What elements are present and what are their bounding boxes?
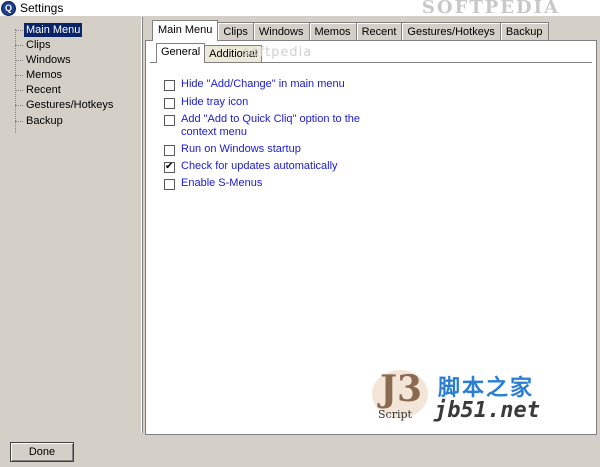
checkbox-checked[interactable]: [164, 160, 175, 174]
tab-gestures-hotkeys[interactable]: Gestures/Hotkeys: [401, 22, 501, 41]
option-label: Hide "Add/Change" in main menu: [181, 78, 345, 90]
option-check-updates[interactable]: Check for updates automatically: [164, 160, 371, 174]
settings-tree: Main Menu Clips Windows Memos Recent Ges…: [0, 17, 143, 433]
app-icon: Q: [1, 0, 16, 16]
main-tab-strip: Main Menu Clips Windows Memos Recent Ges…: [152, 20, 549, 41]
tree-item-recent[interactable]: Recent: [15, 83, 63, 97]
option-label: Check for updates automatically: [181, 160, 338, 172]
checkbox[interactable]: [164, 98, 175, 109]
tree-item-windows[interactable]: Windows: [15, 53, 73, 67]
tab-clips[interactable]: Clips: [217, 22, 254, 41]
done-button[interactable]: Done: [10, 442, 74, 462]
tree-item-clips[interactable]: Clips: [14, 38, 52, 52]
option-label: Enable S-Menus: [181, 177, 263, 189]
option-label: Run on Windows startup: [181, 143, 301, 155]
jb51-logo-watermark: J3 Script 脚本之家 jb51.net: [372, 368, 592, 428]
tab-backup[interactable]: Backup: [499, 22, 549, 41]
option-hide-add-change[interactable]: Hide "Add/Change" in main menu: [164, 78, 371, 91]
tree-item-gestures-hotkeys[interactable]: Gestures/Hotkeys: [14, 98, 115, 112]
checkbox[interactable]: [164, 80, 175, 91]
tree-item-main-menu[interactable]: Main Menu: [14, 23, 83, 37]
logo-script-text: Script: [378, 408, 412, 421]
option-hide-tray-icon[interactable]: Hide tray icon: [164, 96, 371, 109]
checkbox[interactable]: [164, 179, 175, 190]
tree-item-memos[interactable]: Memos: [14, 68, 64, 82]
option-run-on-startup[interactable]: Run on Windows startup: [164, 143, 371, 156]
window-title: Settings: [20, 1, 64, 15]
checkbox[interactable]: [164, 145, 175, 156]
option-label: Add "Add to Quick Cliq" option to the co…: [181, 113, 361, 138]
option-add-to-context-menu[interactable]: Add "Add to Quick Cliq" option to the co…: [164, 113, 371, 139]
title-bar: Q Settings SOFTPEDIA: [0, 0, 600, 18]
tree-item-backup[interactable]: Backup: [15, 114, 65, 128]
softpedia-watermark-small: softpedia: [243, 45, 313, 60]
subtab-divider: [150, 62, 592, 63]
tab-main-menu[interactable]: Main Menu: [152, 20, 219, 41]
option-enable-s-menus[interactable]: Enable S-Menus: [164, 177, 371, 190]
tab-recent[interactable]: Recent: [355, 22, 403, 41]
logo-mark: J3: [380, 368, 423, 410]
logo-url-text: jb51.net: [434, 398, 540, 423]
tab-memos[interactable]: Memos: [308, 22, 357, 41]
softpedia-watermark: SOFTPEDIA: [421, 0, 560, 18]
subtab-general[interactable]: General: [156, 43, 206, 63]
option-label: Hide tray icon: [181, 96, 249, 108]
tab-windows[interactable]: Windows: [252, 22, 310, 41]
checkbox[interactable]: [164, 115, 175, 126]
